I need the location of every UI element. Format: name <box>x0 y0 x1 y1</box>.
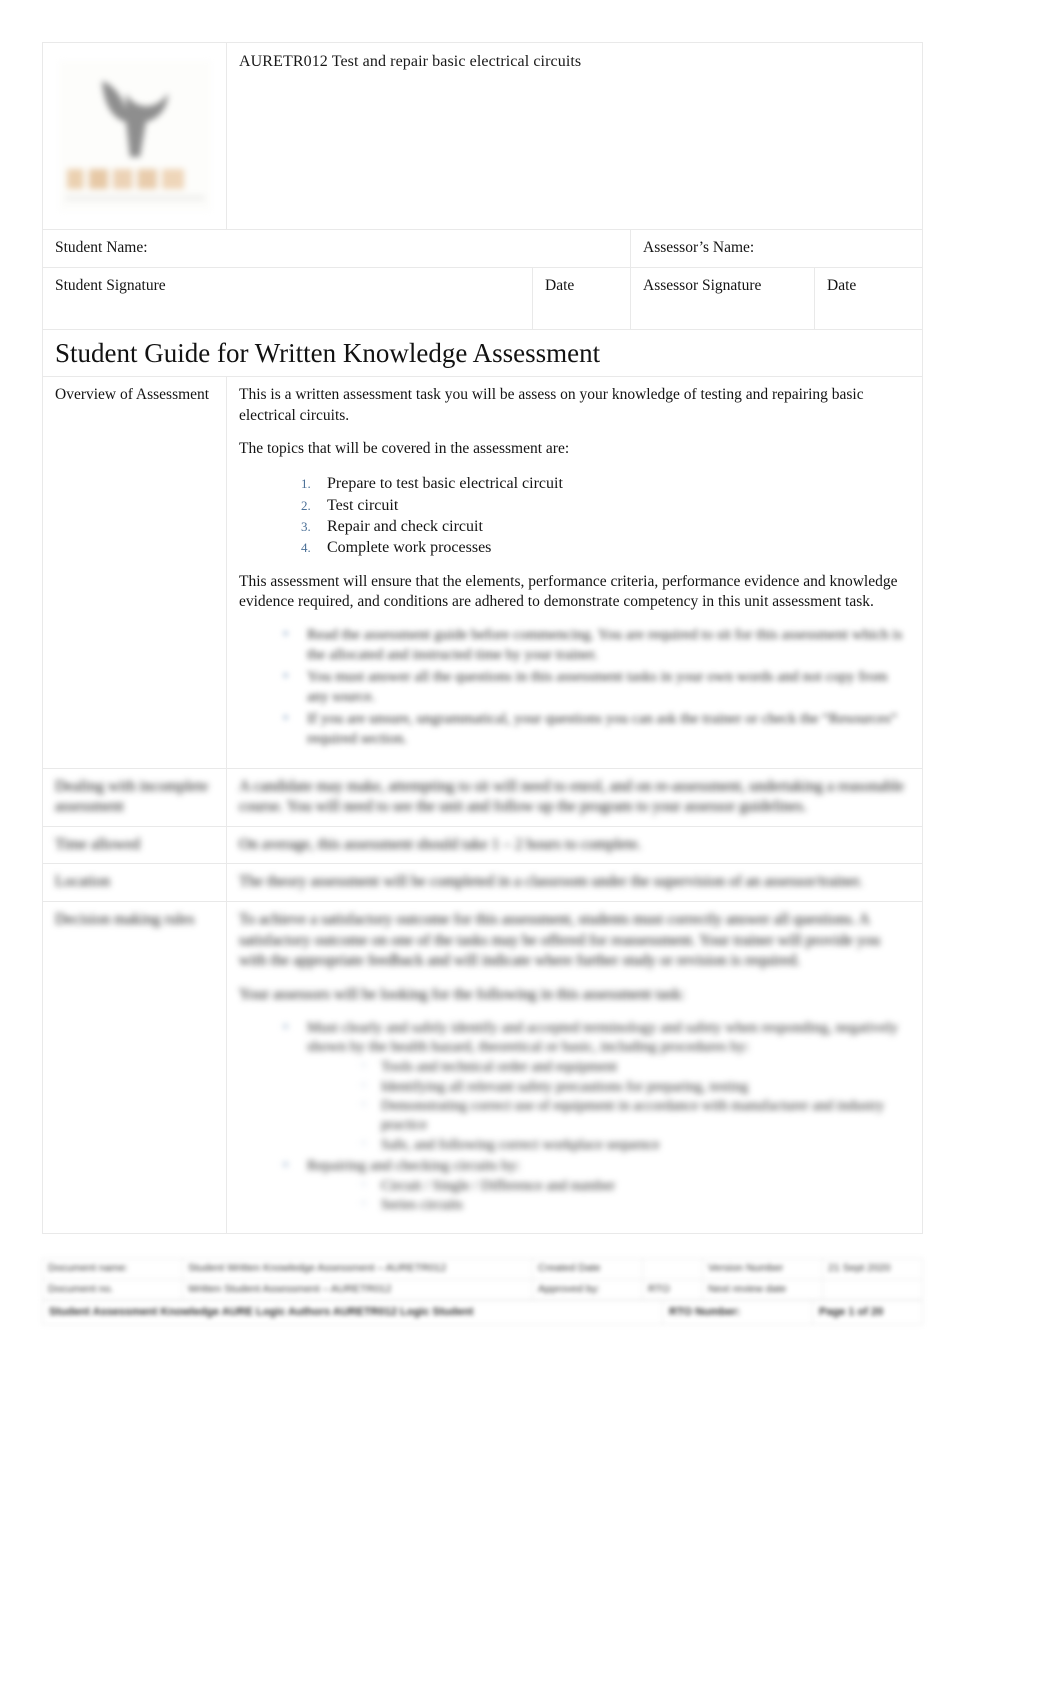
time-content-cell: On average, this assessment should take … <box>225 825 924 865</box>
overview-para-2: The topics that will be covered in the a… <box>239 440 570 458</box>
footer-cell: Written Student Assessment – AURETR012 <box>182 1278 533 1301</box>
footer-cell <box>642 1258 703 1280</box>
time-row: Time allowed On average, this assessment… <box>42 825 924 865</box>
provider-logo <box>58 61 211 211</box>
assessor-signature-cell[interactable]: Assessor Signature <box>630 267 815 330</box>
footer-meta-table: Document name: Student Written Knowledge… <box>42 1258 923 1301</box>
overview-para-3: This assessment will ensure that the ele… <box>239 572 898 611</box>
footer-cell <box>822 1278 923 1301</box>
redacted-bullet-text: Must clearly and safely identify and acc… <box>307 1019 899 1056</box>
footer-rto-number: RTO Number: <box>662 1300 813 1325</box>
topic-item: Prepare to test basic electrical circuit <box>301 475 563 493</box>
student-name-cell[interactable]: Student Name: <box>42 229 631 268</box>
redacted-sublist: Circuit / Single / Difference and number… <box>307 1176 910 1216</box>
assessor-name-cell[interactable]: Assessor’s Name: <box>629 229 924 268</box>
document-header-table: AURETR012 Test and repair basic electric… <box>41 42 924 1235</box>
redacted-bullet: Read the assessment guide before commenc… <box>281 625 910 666</box>
overview-redacted-bullets: Read the assessment guide before commenc… <box>239 625 910 750</box>
topic-item: Repair and check circuit <box>301 517 483 536</box>
decision-redacted-bullets: Must clearly and safely identify and acc… <box>239 1018 910 1216</box>
time-label: Time allowed <box>55 835 141 853</box>
redacted-bullet: If you are unsure, ungrammatical, your q… <box>281 709 910 750</box>
location-label: Location <box>55 873 111 891</box>
topics-list: Prepare to test basic electrical circuit… <box>239 473 910 559</box>
redacted-bullet-text: Repairing and checking circuits by: <box>307 1157 521 1174</box>
time-text: On average, this assessment should take … <box>239 835 642 853</box>
unit-title-cell: AURETR012 Test and repair basic electric… <box>225 42 924 230</box>
student-date-cell[interactable]: Date <box>532 267 631 330</box>
dealing-row: Dealing with incomplete assessment A can… <box>42 767 924 827</box>
footer-row: Student Assessment Knowledge AURE Logic … <box>42 1300 923 1325</box>
unit-title: AURETR012 Test and repair basic electric… <box>239 53 582 70</box>
overview-para-1: This is a written assessment task you wi… <box>239 386 864 424</box>
logo-wordmark <box>66 169 203 189</box>
logo-cell <box>42 42 227 230</box>
dealing-label-cell: Dealing with incomplete assessment <box>42 767 227 827</box>
footer-cell: 21 Sept 2020 <box>822 1258 923 1280</box>
assessor-signature-label: Assessor Signature <box>643 277 762 294</box>
decision-content-cell: To achieve a satisfactory outcome for th… <box>225 901 924 1235</box>
time-label-cell: Time allowed <box>42 825 227 865</box>
signature-row: Student Signature Date Assessor Signatur… <box>42 267 924 330</box>
redacted-subbullet: Demonstrating correct use of equipment i… <box>359 1096 910 1136</box>
student-signature-label: Student Signature <box>55 277 166 294</box>
footer-cell: Created Date <box>532 1258 643 1280</box>
location-label-cell: Location <box>42 863 227 903</box>
redacted-subbullet: Circuit / Single / Difference and number <box>359 1176 910 1196</box>
topic-item: Test circuit <box>301 496 399 515</box>
page-title: Student Guide for Written Knowledge Asse… <box>55 338 601 368</box>
decision-para-1: To achieve a satisfactory outcome for th… <box>239 911 881 970</box>
assessor-date-cell[interactable]: Date <box>813 267 924 330</box>
footer-doc-title: Student Assessment Knowledge AURE Logic … <box>42 1300 663 1325</box>
redacted-sublist: Tools and technical order and equipment … <box>307 1057 910 1155</box>
footer-cell: Approved by: <box>532 1278 643 1301</box>
redacted-bullet: You must answer all the questions in thi… <box>281 667 910 708</box>
footer-cell: Document no. <box>42 1278 183 1301</box>
redacted-bullet: Must clearly and safely identify and acc… <box>281 1018 910 1155</box>
header-row: AURETR012 Test and repair basic electric… <box>42 42 924 230</box>
footer-page-number: Page 1 of 20 <box>812 1300 923 1325</box>
redacted-subbullet: Safe, and following correct workplace se… <box>359 1135 910 1155</box>
overview-row: Overview of Assessment This is a written… <box>42 376 924 769</box>
student-signature-cell[interactable]: Student Signature <box>42 267 533 330</box>
footer-cell: Document name: <box>42 1258 183 1280</box>
location-row: Location The theory assessment will be c… <box>42 863 924 903</box>
document-page: AURETR012 Test and repair basic electric… <box>0 0 1062 1691</box>
footer-cell: Student Written Knowledge Assessment – A… <box>182 1258 533 1280</box>
assessor-name-label: Assessor’s Name: <box>643 239 755 256</box>
name-row: Student Name: Assessor’s Name: <box>42 229 924 268</box>
overview-label-cell: Overview of Assessment <box>42 376 227 769</box>
redacted-bullet: Repairing and checking circuits by: Circ… <box>281 1156 910 1216</box>
redacted-subbullet: Tools and technical order and equipment <box>359 1057 910 1077</box>
footer-row: Document no. Written Student Assessment … <box>42 1278 923 1301</box>
student-name-label: Student Name: <box>55 239 148 256</box>
section-heading-cell: Student Guide for Written Knowledge Asse… <box>41 328 924 378</box>
decision-label: Decision making rules <box>55 911 195 929</box>
footer-cell: RTO <box>642 1278 703 1301</box>
assessor-date-label: Date <box>827 277 857 294</box>
overview-content-cell: This is a written assessment task you wi… <box>225 376 924 769</box>
redacted-subbullet: Series circuits <box>359 1195 910 1215</box>
location-text: The theory assessment will be completed … <box>239 873 863 891</box>
footer-row: Document name: Student Written Knowledge… <box>42 1258 923 1280</box>
dealing-label: Dealing with incomplete assessment <box>55 777 209 816</box>
redacted-subbullet: Identifying all relevant safety precauti… <box>359 1077 910 1097</box>
page-footer: Document name: Student Written Knowledge… <box>42 1258 923 1325</box>
logo-underline <box>64 195 205 201</box>
student-date-label: Date <box>545 277 575 294</box>
dealing-text: A candidate may make, attempting to sit … <box>239 777 905 816</box>
decision-label-cell: Decision making rules <box>42 901 227 1235</box>
section-heading-row: Student Guide for Written Knowledge Asse… <box>41 328 924 378</box>
overview-label: Overview of Assessment <box>55 386 210 404</box>
bird-logo-icon <box>101 81 168 157</box>
location-content-cell: The theory assessment will be completed … <box>225 863 924 903</box>
topic-item: Complete work processes <box>301 539 492 557</box>
footer-cell: Version Number <box>702 1258 823 1280</box>
decision-row: Decision making rules To achieve a satis… <box>42 901 924 1235</box>
footer-cell: Next review date <box>702 1278 823 1301</box>
document-sheet: AURETR012 Test and repair basic electric… <box>41 42 924 1235</box>
decision-para-2: Your assessors will be looking for the f… <box>239 985 685 1003</box>
footer-title-table: Student Assessment Knowledge AURE Logic … <box>42 1300 923 1325</box>
dealing-content-cell: A candidate may make, attempting to sit … <box>225 767 924 827</box>
